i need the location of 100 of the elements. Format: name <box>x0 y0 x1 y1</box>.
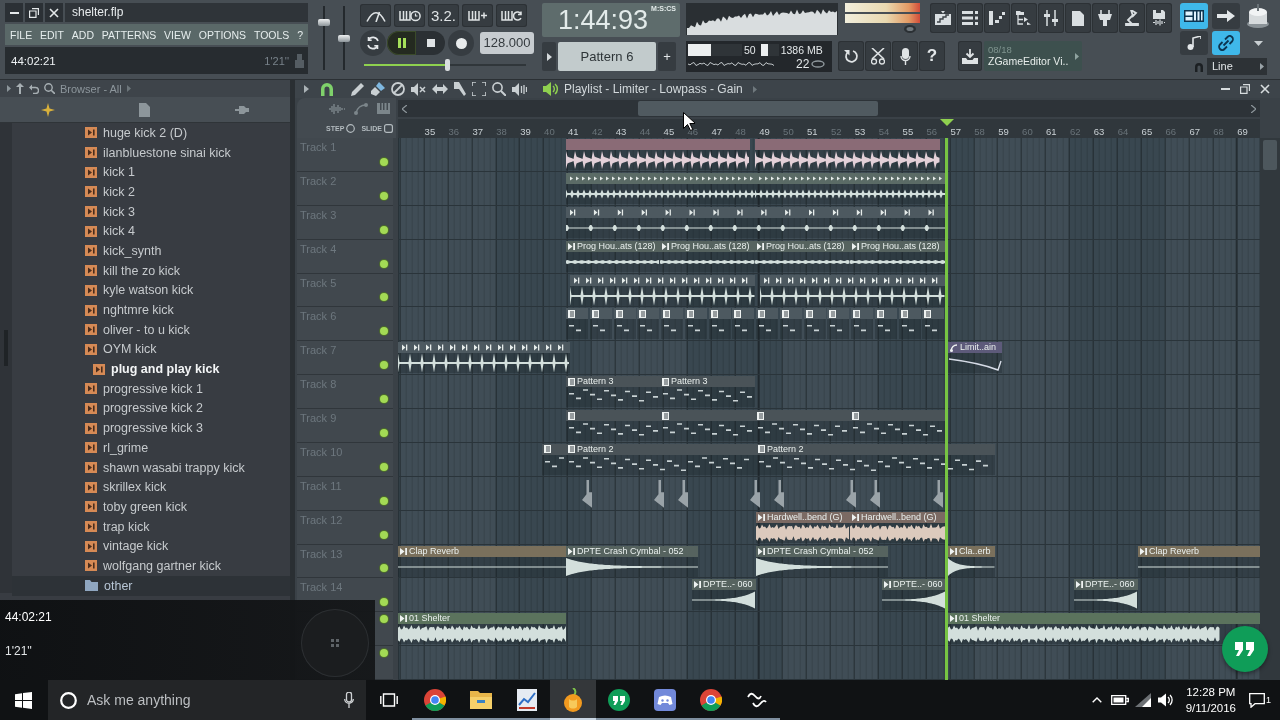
playlist-clip[interactable] <box>780 308 802 340</box>
playlist-clip[interactable] <box>755 139 940 170</box>
marker-icon[interactable] <box>678 479 688 508</box>
notification-button[interactable]: 1 <box>1246 689 1274 711</box>
blend-notes-button[interactable] <box>462 4 493 27</box>
browser-item[interactable]: OYM kick <box>12 339 290 360</box>
playlist-clip[interactable] <box>685 308 707 340</box>
countdown-button[interactable]: 3.2. <box>428 4 459 27</box>
menu-item[interactable]: EDIT <box>40 28 64 41</box>
taskbar-app-button[interactable] <box>550 680 596 720</box>
cut-button[interactable] <box>865 41 891 71</box>
playlist-clip[interactable] <box>827 308 849 340</box>
track-led[interactable] <box>380 496 388 505</box>
browser-item[interactable]: progressive kick 3 <box>12 418 290 438</box>
browser-item[interactable]: kick 4 <box>12 221 290 242</box>
browser-item[interactable]: kick 2 <box>12 182 290 202</box>
menu-item[interactable]: TOOLS <box>253 28 290 41</box>
track-led[interactable] <box>380 361 388 370</box>
playlist-clip[interactable]: DPTE..- 060 <box>882 579 946 611</box>
track-led[interactable] <box>380 462 388 471</box>
caret-right-icon[interactable] <box>304 85 309 93</box>
menu-item[interactable]: OPTIONS <box>198 28 247 41</box>
playlist-clip[interactable]: DPTE..- 060 <box>692 579 756 611</box>
chevron-right-icon[interactable] <box>1251 104 1256 113</box>
browser-title[interactable]: Browser - All <box>60 82 122 95</box>
playlist-clip[interactable]: Clap Reverb <box>398 545 566 577</box>
browser-item[interactable]: vintage kick <box>12 536 290 557</box>
zoom-icon[interactable] <box>492 82 506 96</box>
news-panel[interactable]: 08/18 ZGameEditor Vi.. <box>984 41 1082 71</box>
track-led[interactable] <box>380 428 388 437</box>
playlist-clip[interactable]: Hardwell..bend (G) <box>756 511 850 543</box>
browser-item[interactable]: kick 1 <box>12 162 290 183</box>
browser-item[interactable]: kick 3 <box>12 201 290 222</box>
menu-item[interactable]: FILE <box>10 28 33 41</box>
plugin-button[interactable] <box>1092 3 1118 33</box>
playlist-clip[interactable]: Prog Hou..ats (128) <box>755 240 850 272</box>
speaker-icon[interactable] <box>543 82 558 96</box>
brush-icon[interactable] <box>371 82 385 96</box>
playlist-clip[interactable] <box>851 308 873 340</box>
playlist-clip[interactable]: Prog Hou..ats (128) <box>850 240 946 272</box>
metronome-button[interactable] <box>360 4 391 27</box>
minimize-button[interactable] <box>5 3 23 22</box>
help-button[interactable]: ? <box>919 41 945 71</box>
channel-rack-button[interactable] <box>957 3 983 33</box>
playlist-clip[interactable] <box>755 410 850 441</box>
playlist-clip[interactable]: Pattern 2 <box>566 443 756 475</box>
link-button[interactable] <box>1212 31 1240 55</box>
record-audio-button[interactable] <box>892 41 918 71</box>
piano-roll-button[interactable] <box>984 3 1010 33</box>
play-pause-button[interactable] <box>387 31 416 55</box>
search-field[interactable]: Ask me anything <box>48 680 366 720</box>
piano-keys-icon[interactable] <box>377 103 390 114</box>
microphone-icon[interactable] <box>344 692 354 708</box>
marker-icon[interactable] <box>774 479 784 508</box>
playlist-clip[interactable]: Prog Hou..ats (128) <box>566 240 660 272</box>
track-led[interactable] <box>380 649 388 658</box>
scrollbar-thumb[interactable] <box>638 101 878 116</box>
playlist-clip[interactable] <box>760 274 945 306</box>
track-led[interactable] <box>380 564 388 573</box>
playlist-clip[interactable]: Hardwell..bend (G) <box>850 511 946 543</box>
track-led[interactable] <box>380 225 388 234</box>
browser-item[interactable]: rl_grime <box>12 438 290 458</box>
browser-item[interactable]: toby green kick <box>12 497 290 517</box>
render-button[interactable] <box>1146 3 1172 33</box>
playlist-clip[interactable] <box>566 308 588 340</box>
speaker-bars-icon[interactable] <box>512 82 527 96</box>
close-icon[interactable] <box>1260 84 1270 94</box>
playlist-clip[interactable]: 01 Shelter <box>948 613 1260 645</box>
playlist-clip[interactable] <box>542 443 566 475</box>
playlist-clip[interactable] <box>570 274 755 306</box>
chevron-left-icon[interactable] <box>402 104 407 113</box>
pattern-menu-button[interactable] <box>542 42 556 71</box>
menu-item[interactable]: ADD <box>71 28 94 41</box>
pencil-icon[interactable] <box>351 82 365 96</box>
menu-item[interactable]: ? <box>297 28 303 41</box>
search-icon[interactable] <box>44 83 55 94</box>
playlist-clip[interactable] <box>755 172 948 204</box>
browser-item[interactable]: ilanbluestone sinai kick <box>12 142 290 163</box>
playlist-clip[interactable] <box>637 308 659 340</box>
playlist-clip[interactable] <box>922 308 944 340</box>
track-led[interactable] <box>380 598 388 607</box>
marker-icon[interactable] <box>582 479 592 508</box>
playlist-clip[interactable] <box>590 308 612 340</box>
mute-icon[interactable] <box>411 82 426 96</box>
browser-item[interactable]: huge kick 2 (D) <box>12 123 290 143</box>
restore-button[interactable] <box>25 3 43 22</box>
double-arrow-icon[interactable] <box>432 84 448 94</box>
playlist-clip[interactable] <box>566 139 750 170</box>
browser-item[interactable]: skrillex kick <box>12 477 290 498</box>
up-arrow-icon[interactable] <box>16 83 24 94</box>
browser-button[interactable] <box>1011 3 1037 33</box>
close-button[interactable] <box>45 3 63 22</box>
menu-item[interactable]: VIEW <box>164 28 191 41</box>
master-knob-button[interactable] <box>1244 3 1272 29</box>
undo-button[interactable] <box>838 41 864 71</box>
step-edit-button[interactable] <box>1180 31 1208 55</box>
track-led[interactable] <box>380 293 388 302</box>
browser-item[interactable]: trap kick <box>12 516 290 537</box>
browser-item[interactable]: kyle watson kick <box>12 280 290 301</box>
knob-icon[interactable] <box>904 25 916 33</box>
